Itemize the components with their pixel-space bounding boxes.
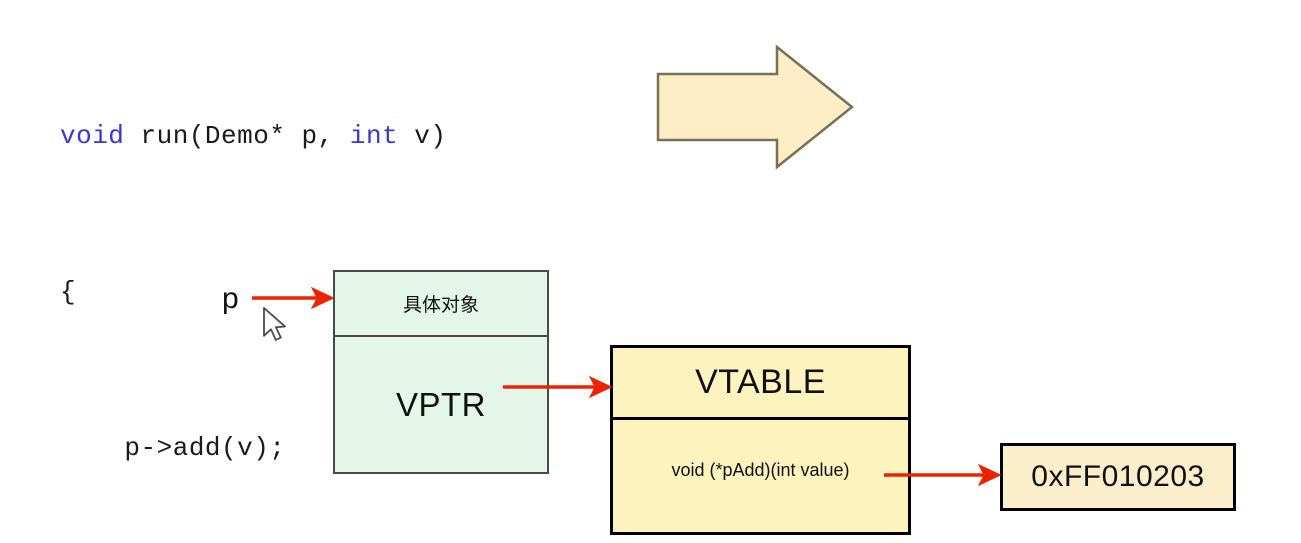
diagram-canvas: void run(Demo* p, int v) { p->add(v); } …	[0, 0, 1301, 543]
function-address-box: 0xFF010203	[1000, 443, 1236, 511]
vtable-box-body: void (*pAdd)(int value)	[613, 420, 908, 532]
vtable-entry-label: void (*pAdd)(int value)	[671, 459, 850, 480]
code-text-signature-end: v)	[398, 121, 447, 151]
object-box-body: VPTR	[335, 337, 547, 472]
object-box-header-label: 具体对象	[402, 294, 479, 316]
code-line-1: void run(Demo* p, int v)	[60, 110, 446, 162]
pointer-p-label: p	[222, 282, 239, 315]
vtable-box-header: VTABLE	[613, 348, 908, 420]
keyword-void: void	[60, 121, 125, 151]
object-box: 具体对象 VPTR	[333, 270, 549, 474]
function-address-label: 0xFF010203	[1031, 460, 1205, 493]
vptr-label: VPTR	[395, 385, 486, 423]
vtable-title-label: VTABLE	[695, 363, 826, 401]
object-box-header: 具体对象	[335, 272, 547, 337]
right-block-arrow-icon	[656, 44, 855, 170]
vtable-box: VTABLE void (*pAdd)(int value)	[610, 345, 911, 535]
code-text-signature: run(Demo* p,	[124, 121, 350, 151]
keyword-int: int	[349, 121, 399, 151]
